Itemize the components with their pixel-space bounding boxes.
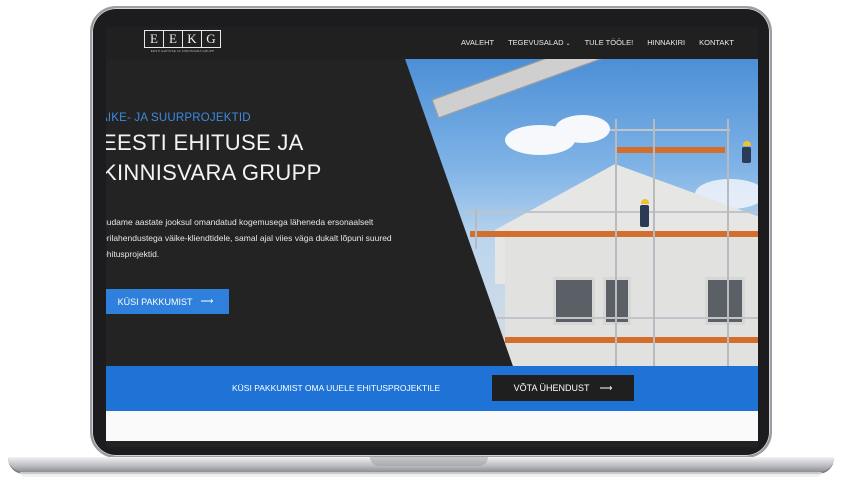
nav-item-label: TULE TÖÖLE!: [584, 38, 634, 47]
nav-item-hinnakiri[interactable]: HINNAKIRI: [647, 38, 685, 47]
cta-band: KÜSI PAKKUMIST OMA UUELE EHITUSPROJEKTIL…: [106, 366, 758, 411]
arrow-right-icon: ⟶: [200, 296, 214, 306]
site-logo[interactable]: E E K G EESTI EHITUSE JA KINNISVARA GRUP…: [144, 30, 221, 53]
scaffold-pole: [727, 119, 729, 366]
nav-item-kontakt[interactable]: KONTAKT: [699, 38, 734, 47]
hero-eyebrow: ÄIKE- JA SUURPROJEKTID: [106, 112, 251, 124]
scaffold-rail: [610, 129, 730, 131]
logo-letter: K: [183, 31, 202, 47]
logo-letter: E: [164, 31, 183, 47]
screen-bottom-bezel: [106, 441, 758, 447]
laptop-shadow: [20, 472, 822, 477]
browser-viewport: E E K G EESTI EHITUSE JA KINNISVARA GRUP…: [106, 27, 758, 447]
nav-item-label: TEGEVUSALAD: [508, 38, 564, 47]
scaffold-beam: [470, 231, 758, 237]
scaffold-pole: [615, 119, 617, 366]
scaffold-pole: [475, 209, 477, 249]
worker-helmet: [743, 141, 751, 146]
request-quote-button[interactable]: KÜSI PAKKUMIST ⟶: [106, 289, 229, 314]
arrow-right-icon: ⟶: [599, 382, 613, 393]
nav-item-tegevusalad[interactable]: TEGEVUSALAD ⌄: [508, 38, 570, 47]
scaffold-beam: [505, 337, 758, 343]
site-header: E E K G EESTI EHITUSE JA KINNISVARA GRUP…: [106, 27, 758, 59]
worker-helmet: [641, 199, 649, 204]
chevron-down-icon: ⌄: [565, 41, 571, 47]
worker-figure: [640, 205, 649, 227]
button-label: VÕTA ÜHENDUST: [513, 383, 590, 393]
nav-item-tule-toole[interactable]: TULE TÖÖLE!: [585, 38, 634, 47]
nav-item-avaleht[interactable]: AVALEHT: [461, 38, 494, 47]
button-label: KÜSI PAKKUMIST: [117, 296, 193, 307]
worker-figure: [742, 147, 751, 163]
contact-button[interactable]: VÕTA ÜHENDUST ⟶: [492, 375, 634, 401]
scaffold-pole: [653, 119, 655, 366]
nav-item-label: AVALEHT: [461, 38, 495, 47]
hero-title: EESTI EHITUSE JA KINNISVARA GRUPP: [106, 128, 322, 188]
cloud-shape: [555, 115, 610, 143]
scaffold-rail: [465, 211, 758, 213]
nav-item-label: HINNAKIRI: [647, 38, 686, 47]
cta-band-text: KÜSI PAKKUMIST OMA UUELE EHITUSPROJEKTIL…: [232, 383, 440, 393]
hero-title-line: EESTI EHITUSE JA: [106, 130, 304, 155]
logo-letter: E: [145, 31, 164, 47]
logo-letters: E E K G: [144, 30, 221, 48]
logo-letter: G: [206, 31, 216, 46]
hero-title-line: KINNISVARA GRUPP: [106, 160, 322, 185]
laptop-notch: [370, 457, 488, 466]
main-menu: AVALEHT TEGEVUSALAD ⌄ TULE TÖÖLE! HINNAKI…: [461, 38, 734, 47]
scaffold-rail: [495, 317, 758, 319]
nav-item-label: KONTAKT: [699, 38, 734, 47]
logo-tagline: EESTI EHITUSE JA KINNISVARA GRUPP: [150, 49, 215, 53]
scaffold-beam: [615, 147, 725, 153]
hero-description: uudame aastate jooksul omandatud kogemus…: [106, 217, 392, 259]
